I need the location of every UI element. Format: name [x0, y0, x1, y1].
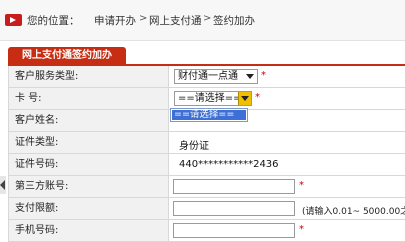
breadcrumb-separator: > [203, 13, 212, 24]
third-party-account-label: 第三方账号: [9, 176, 169, 197]
mobile-input[interactable] [173, 223, 295, 238]
customer-name-label: 客户姓名: [9, 110, 169, 131]
form-row-id-type: 证件类型: 身份证 [9, 132, 405, 154]
required-marker: * [299, 180, 304, 191]
form-row-card-number: 卡 号: ==请选择== * [9, 88, 405, 110]
required-marker: * [299, 224, 304, 235]
form-row-third-party-account: 第三方账号: * [9, 176, 405, 198]
dropdown-option[interactable]: ==请选择== [172, 110, 246, 120]
location-arrow-icon [5, 14, 22, 26]
payment-limit-hint: (请输入0.01~ 5000.00之间 [302, 207, 405, 217]
form-row-service-type: 客户服务类型: 财付通一点通 * [9, 66, 405, 88]
required-marker: * [261, 70, 266, 81]
form-title-tab: 网上支付通签约加办 [8, 47, 126, 65]
card-number-dropdown-list: ==请选择== [170, 108, 248, 122]
card-number-label: 卡 号: [9, 88, 169, 109]
dropdown-button[interactable] [238, 92, 251, 105]
sign-form: 客户服务类型: 财付通一点通 * 卡 号: ==请选择== * 客户姓名: 证件… [8, 66, 405, 242]
service-type-label: 客户服务类型: [9, 66, 169, 87]
mobile-label: 手机号码: [9, 220, 169, 241]
breadcrumb: 您的位置： 申请开办 > 网上支付通 > 签约加办 [0, 0, 405, 41]
id-type-label: 证件类型: [9, 132, 169, 153]
service-type-value: 财付通一点通 [178, 71, 238, 82]
breadcrumb-item-sign: 签约加办 [213, 15, 255, 27]
service-type-select[interactable]: 财付通一点通 [174, 69, 258, 84]
chevron-left-icon[interactable] [0, 180, 5, 190]
id-type-value: 身份证 [179, 141, 209, 152]
breadcrumb-separator: > [139, 13, 148, 24]
payment-limit-input[interactable] [173, 201, 295, 216]
id-number-label: 证件号码: [9, 154, 169, 175]
card-number-select[interactable]: ==请选择== [174, 91, 252, 106]
form-row-id-number: 证件号码: 440***********2436 [9, 154, 405, 176]
breadcrumb-item-apply[interactable]: 申请开办 [94, 13, 136, 28]
card-number-value: ==请选择== [178, 93, 242, 104]
form-row-payment-limit: 支付限额: (请输入0.01~ 5000.00之间 [9, 198, 405, 220]
id-number-value: 440***********2436 [179, 159, 279, 170]
payment-limit-label: 支付限额: [9, 198, 169, 219]
required-marker: * [255, 92, 260, 103]
third-party-account-input[interactable] [173, 179, 295, 194]
chevron-down-icon [246, 74, 254, 79]
form-row-mobile: 手机号码: * [9, 220, 405, 242]
breadcrumb-prefix: 您的位置： [27, 15, 80, 27]
chevron-down-icon [241, 96, 249, 101]
breadcrumb-item-online-pay[interactable]: 网上支付通 [149, 13, 202, 28]
